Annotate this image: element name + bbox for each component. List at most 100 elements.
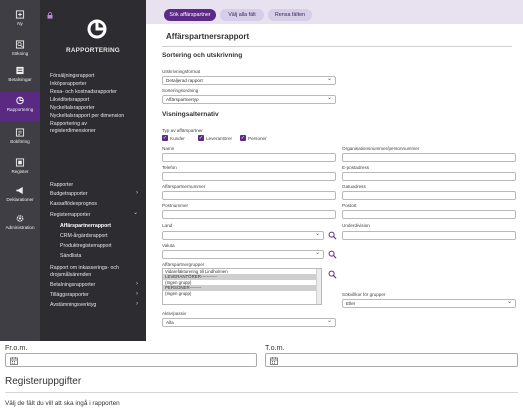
country-select[interactable] bbox=[162, 231, 324, 240]
print-format-select[interactable]: Detaljerad rapport bbox=[162, 76, 336, 85]
active-label: Aktiv/passiv bbox=[162, 311, 187, 316]
menu-item-payment-reports[interactable]: Betalningsrapporter bbox=[50, 282, 95, 288]
group-conditions-label: Sökvillkor för grupper bbox=[342, 292, 386, 297]
report-form: Affärspartnersrapport Sortering och utsk… bbox=[158, 28, 516, 341]
menu-item-budget[interactable]: Budgetrapporter bbox=[50, 191, 88, 197]
menu-item[interactable]: Nyckeltalsrapporter bbox=[50, 105, 95, 111]
persons-checkbox[interactable]: ✓ bbox=[240, 135, 246, 141]
chevron-right-icon[interactable]: › bbox=[136, 281, 138, 287]
rail-item-declarations[interactable]: Deklarationer bbox=[0, 182, 40, 212]
active-select[interactable]: Alla bbox=[162, 318, 336, 327]
menu-item[interactable]: Nyckeltalsrapport per dimension bbox=[50, 113, 124, 119]
rail-label: Deklarationer bbox=[6, 197, 34, 202]
search-icon[interactable] bbox=[328, 250, 337, 259]
name-field[interactable] bbox=[162, 153, 336, 162]
calendar-icon[interactable] bbox=[270, 357, 278, 365]
section-sort-title: Sortering och utskrivning bbox=[162, 52, 243, 59]
menu-item-collection[interactable]: Rapport om inkasserings- och bbox=[50, 265, 119, 271]
report-icon bbox=[16, 96, 24, 105]
section-view-title: Visningsalternativ bbox=[162, 111, 219, 118]
list-item[interactable]: (Ingen grupp) bbox=[163, 291, 321, 296]
rail-item-reporting[interactable]: Rapportering bbox=[0, 92, 40, 122]
from-date-field[interactable] bbox=[5, 353, 257, 367]
rail-label: Rapportering bbox=[6, 107, 34, 112]
chevron-down-icon[interactable]: ⌄ bbox=[133, 209, 138, 216]
menu-item[interactable]: Inköpsrapporter bbox=[50, 81, 86, 87]
submenu-item[interactable]: CRM-årgärdsrapport bbox=[60, 233, 108, 239]
phone-label: Telefon bbox=[162, 165, 177, 170]
to-date-label: T.o.m. bbox=[265, 343, 285, 352]
menu-item[interactable]: Likviditetsrapport bbox=[50, 97, 89, 103]
phone-field[interactable] bbox=[162, 172, 336, 181]
rail-label: Bokföring bbox=[10, 139, 30, 144]
rail-item-administration[interactable]: Administration bbox=[0, 210, 40, 240]
customers-checkbox[interactable]: ✓ bbox=[162, 135, 168, 141]
persons-label: Personer bbox=[248, 136, 267, 141]
search-icon[interactable] bbox=[328, 231, 337, 240]
chevron-right-icon[interactable]: › bbox=[136, 291, 138, 297]
rail-item-new[interactable]: Ny bbox=[0, 6, 40, 36]
city-field[interactable] bbox=[342, 210, 516, 219]
payments-icon bbox=[16, 66, 24, 75]
country-label: Land bbox=[162, 223, 173, 228]
menu-item[interactable]: Rapportering av bbox=[50, 121, 87, 127]
rail-item-payments[interactable]: Betalningar bbox=[0, 62, 40, 92]
menu-item[interactable]: Resa- och kostnadsrapporter bbox=[50, 89, 117, 95]
type-label: Typ av affärspartner bbox=[162, 128, 203, 133]
partner-number-label: Affärspartnernummer bbox=[162, 184, 206, 189]
rail-item-ledger[interactable]: Bokföring bbox=[0, 124, 40, 154]
menu-item-collection-cont: drojsmålsärenden bbox=[50, 272, 92, 278]
suppliers-checkbox[interactable]: ✓ bbox=[198, 135, 204, 141]
street-label: Gatuadress bbox=[342, 184, 366, 189]
org-number-field[interactable] bbox=[342, 153, 516, 162]
menu-item-register-reports[interactable]: Registerrapporter bbox=[50, 212, 90, 218]
menu-item[interactable]: registerdimensioner bbox=[50, 128, 96, 134]
menu-item-cashflow[interactable]: Kassaflödesprognos bbox=[50, 201, 97, 207]
submenu-item-selected[interactable]: Affärspartnerrapport bbox=[60, 223, 111, 229]
menu-item-extra-reports[interactable]: Tilläggsrapporter bbox=[50, 292, 89, 298]
menu-item-reconciliation[interactable]: Avstämningsverktyg bbox=[50, 302, 96, 308]
group-conditions-select[interactable]: Eller bbox=[342, 299, 516, 308]
search-icon[interactable] bbox=[328, 270, 337, 279]
zip-field[interactable] bbox=[162, 210, 336, 219]
chevron-right-icon[interactable]: › bbox=[136, 190, 138, 196]
submenu-item[interactable]: Sändlista bbox=[60, 253, 81, 259]
currency-label: Valuta bbox=[162, 243, 175, 248]
rail-item-register[interactable]: Register bbox=[0, 154, 40, 184]
partner-number-field[interactable] bbox=[162, 191, 336, 200]
menu-item-reports[interactable]: Rapporter bbox=[50, 182, 73, 188]
groups-listbox[interactable]: Vidarefakturering till Lindholmen LEVERA… bbox=[162, 268, 322, 305]
suppliers-label: Leverantörer bbox=[206, 136, 233, 141]
listbox-scrollbar[interactable] bbox=[316, 269, 321, 304]
rail-label: Administration bbox=[5, 225, 35, 230]
gear-icon bbox=[16, 215, 24, 222]
chevron-right-icon[interactable]: › bbox=[136, 301, 138, 307]
register-icon bbox=[15, 158, 25, 167]
clear-fields-button[interactable]: Rensa fälten bbox=[268, 9, 312, 21]
calendar-icon[interactable] bbox=[10, 357, 18, 365]
report-logo-icon bbox=[87, 19, 107, 39]
menu-item[interactable]: Försäljningsrapport bbox=[50, 73, 94, 79]
sort-order-select[interactable]: Affärspartnertyp bbox=[162, 95, 336, 104]
rail-label: Betalningar bbox=[8, 77, 32, 82]
street-field[interactable] bbox=[342, 191, 516, 200]
search-partner-button[interactable]: Sök affärspartner bbox=[164, 9, 216, 21]
zip-label: Postnummer bbox=[162, 203, 189, 208]
subdivision-field[interactable] bbox=[342, 231, 516, 240]
rail-label: Register bbox=[11, 169, 29, 174]
submenu-item[interactable]: Produktregisterrapport bbox=[60, 243, 112, 249]
register-section-title: Registeruppgifter bbox=[5, 376, 82, 387]
from-date-label: Fr.o.m. bbox=[5, 343, 28, 352]
currency-select[interactable] bbox=[162, 250, 324, 259]
to-date-field[interactable] bbox=[265, 353, 518, 367]
email-field[interactable] bbox=[342, 172, 516, 181]
select-all-button[interactable]: Välj alla fält bbox=[220, 9, 264, 21]
menu-title: RAPPORTERING bbox=[66, 47, 120, 54]
print-format-label: Utskrivningsformat bbox=[162, 69, 201, 74]
search-icon bbox=[15, 40, 25, 49]
megaphone-icon bbox=[16, 186, 23, 195]
divider bbox=[162, 46, 512, 47]
divider bbox=[5, 392, 518, 393]
ledger-icon bbox=[15, 128, 25, 137]
lock-icon[interactable] bbox=[47, 12, 53, 19]
